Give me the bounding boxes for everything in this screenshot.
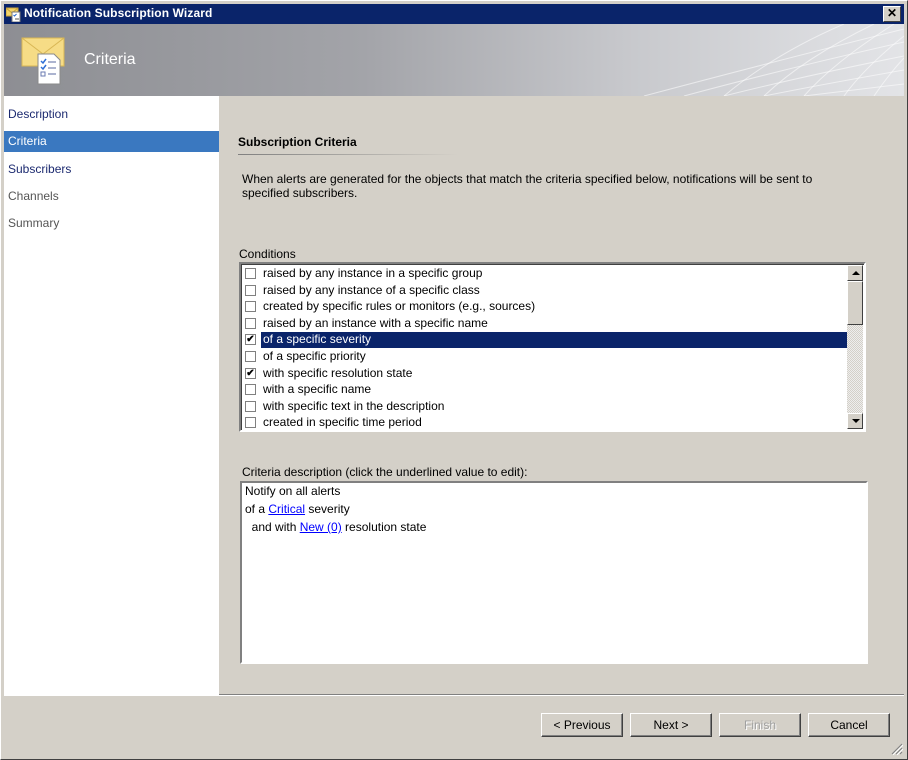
condition-row[interactable]: created by specific rules or monitors (e…: [245, 299, 850, 315]
description-text: resolution state: [341, 520, 427, 534]
condition-label: of a specific severity: [261, 332, 852, 349]
condition-checkbox[interactable]: ✔: [245, 334, 256, 346]
resolution-state-link[interactable]: New (0): [300, 520, 342, 534]
condition-checkbox[interactable]: [245, 400, 256, 412]
scroll-down-button[interactable]: [847, 413, 863, 429]
condition-label: raised by any instance in a specific gro…: [263, 266, 483, 280]
wizard-content: Subscription Criteria When alerts are ge…: [219, 96, 904, 696]
next-button[interactable]: Next >: [630, 713, 712, 737]
arrow-up-icon: [852, 271, 860, 275]
section-divider: [238, 154, 458, 155]
description-line: and with New (0) resolution state: [245, 519, 427, 537]
conditions-listbox[interactable]: raised by any instance in a specific gro…: [239, 262, 866, 432]
condition-row[interactable]: ✔ of a specific severity: [245, 332, 852, 349]
cancel-button[interactable]: Cancel: [808, 713, 890, 737]
conditions-label: Conditions: [239, 247, 296, 261]
description-text: of a: [245, 502, 269, 516]
scroll-up-button[interactable]: [847, 265, 863, 281]
nav-step-summary[interactable]: Summary: [4, 213, 219, 234]
intro-text: When alerts are generated for the object…: [242, 172, 813, 200]
condition-row[interactable]: ✔ with specific resolution state: [245, 366, 850, 382]
nav-step-subscribers[interactable]: Subscribers: [4, 159, 219, 180]
condition-label: raised by any instance of a specific cla…: [263, 282, 480, 297]
wizard-banner: Criteria: [4, 24, 904, 96]
condition-label: raised by an instance with a specific na…: [263, 315, 488, 330]
condition-row[interactable]: raised by any instance of a specific cla…: [245, 283, 850, 299]
arrow-down-icon: [852, 419, 860, 423]
condition-checkbox[interactable]: [245, 417, 256, 429]
scroll-thumb[interactable]: [847, 281, 863, 325]
description-line: Notify on all alerts: [245, 484, 341, 498]
title-bar[interactable]: Notification Subscription Wizard ✕: [4, 4, 904, 24]
description-text: severity: [305, 502, 350, 516]
finish-button[interactable]: Finish: [719, 713, 801, 737]
footer-divider: [219, 694, 904, 696]
condition-label: of a specific priority: [263, 349, 366, 363]
condition-label: with a specific name: [263, 382, 372, 397]
description-text: and with: [245, 520, 300, 534]
condition-row[interactable]: raised by any instance in a specific gro…: [245, 266, 850, 282]
condition-row[interactable]: with specific text in the description: [245, 399, 850, 415]
wizard-step-nav: Description Criteria Subscribers Channel…: [4, 96, 219, 696]
conditions-scrollbar[interactable]: [847, 265, 863, 429]
condition-checkbox[interactable]: [245, 317, 256, 329]
condition-row[interactable]: created in specific time period: [245, 415, 850, 431]
criteria-description-label: Criteria description (click the underlin…: [242, 465, 528, 479]
condition-label: created by specific rules or monitors (e…: [263, 299, 536, 314]
window-title: Notification Subscription Wizard: [24, 6, 213, 20]
condition-checkbox[interactable]: [245, 351, 256, 362]
condition-checkbox[interactable]: [245, 268, 256, 279]
condition-checkbox[interactable]: [245, 384, 256, 396]
resize-grip-icon[interactable]: [891, 743, 903, 755]
condition-row[interactable]: raised by an instance with a specific na…: [245, 316, 850, 332]
condition-label: with specific resolution state: [263, 365, 413, 380]
severity-link[interactable]: Critical: [268, 502, 305, 516]
criteria-description-box: Notify on all alerts of a Critical sever…: [240, 481, 868, 664]
conditions-list: raised by any instance in a specific gro…: [241, 264, 864, 430]
condition-label: created in specific time period: [263, 415, 422, 430]
banner-title: Criteria: [84, 51, 136, 68]
section-title: Subscription Criteria: [238, 135, 357, 149]
wizard-window: Notification Subscription Wizard ✕ Crite: [0, 0, 908, 760]
condition-label: with specific text in the description: [263, 398, 445, 413]
condition-row[interactable]: of a specific priority: [245, 349, 850, 365]
close-icon: ✕: [886, 6, 898, 20]
close-button[interactable]: ✕: [883, 6, 901, 22]
nav-step-channels[interactable]: Channels: [4, 186, 219, 207]
condition-checkbox[interactable]: [245, 301, 256, 313]
previous-button[interactable]: < Previous: [541, 713, 623, 737]
nav-step-criteria[interactable]: Criteria: [4, 131, 219, 152]
envelope-checklist-icon: [21, 37, 65, 85]
condition-checkbox[interactable]: ✔: [245, 367, 256, 379]
wizard-app-icon: [6, 7, 21, 22]
description-line: of a Critical severity: [245, 501, 350, 519]
condition-row[interactable]: with a specific name: [245, 382, 850, 398]
condition-checkbox[interactable]: [245, 284, 256, 296]
decorative-mesh-graphic: [643, 24, 904, 96]
nav-step-description[interactable]: Description: [4, 104, 219, 125]
